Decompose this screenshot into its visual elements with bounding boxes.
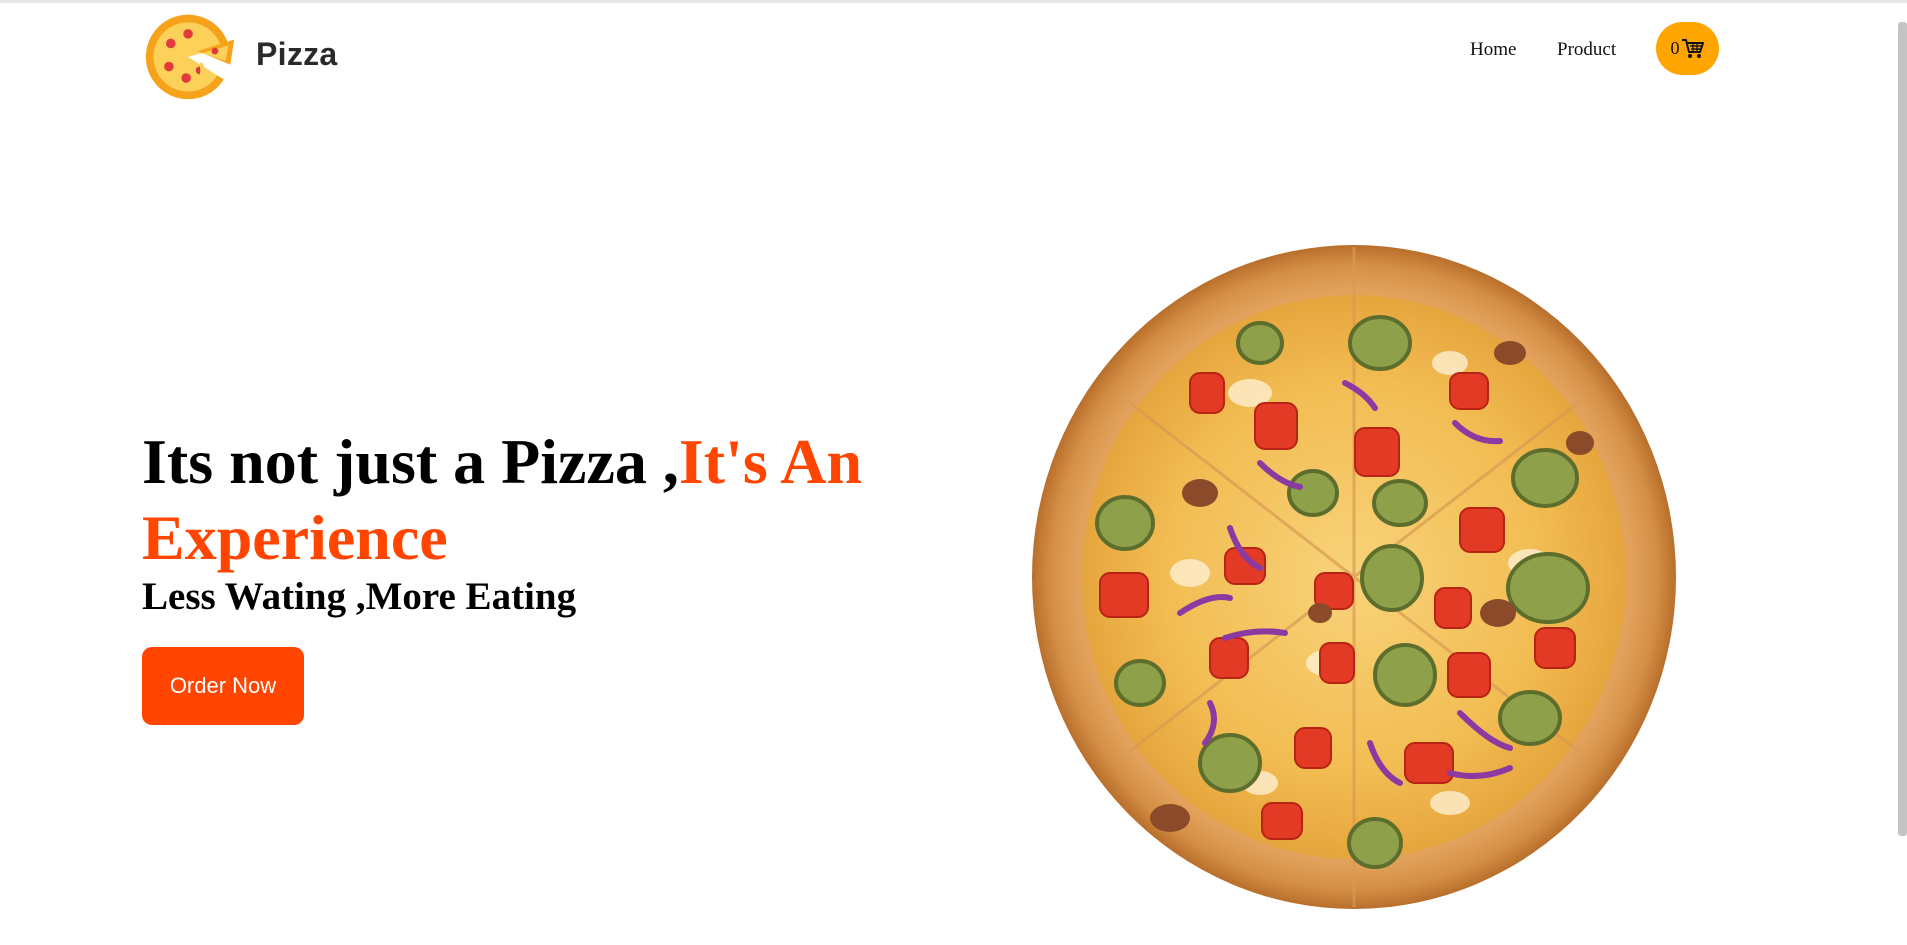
pizza-image (1030, 243, 1678, 911)
hero-subline: Less Wating ,More Eating (142, 575, 577, 618)
hero-headline: Its not just a Pizza ,It's An Experience (142, 424, 932, 576)
shopping-cart-icon (1681, 38, 1704, 58)
nav-home[interactable]: Home (1470, 39, 1516, 61)
cart-count: 0 (1670, 38, 1680, 58)
brand-name: Pizza (256, 36, 338, 72)
cart-button[interactable]: 0 (1656, 22, 1719, 75)
nav-product[interactable]: Product (1557, 39, 1616, 61)
order-now-button[interactable]: Order Now (142, 647, 304, 725)
site-header: Pizza Home Product 0 (0, 3, 1907, 103)
headline-main: Its not just a Pizza , (142, 426, 679, 497)
page-scrollbar[interactable] (1898, 22, 1907, 836)
pizza-logo-icon[interactable] (142, 7, 238, 103)
